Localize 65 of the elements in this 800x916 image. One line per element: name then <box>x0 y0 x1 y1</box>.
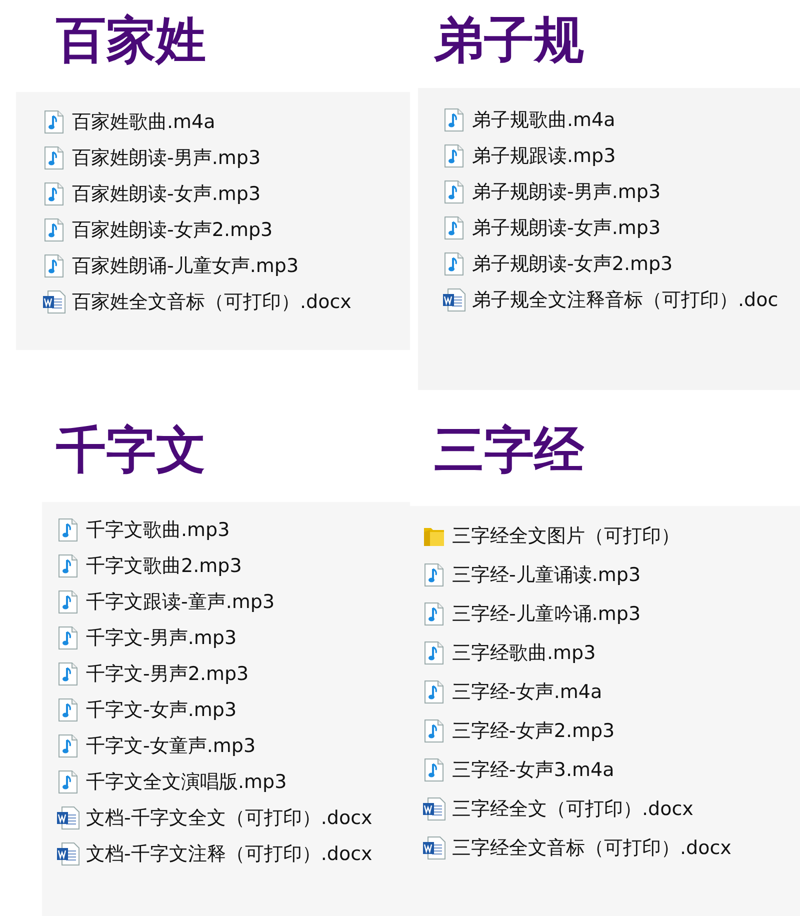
file-name[interactable]: 三字经-儿童诵读.mp3 <box>452 562 641 588</box>
file-name[interactable]: 千字文-男声2.mp3 <box>86 661 249 687</box>
file-name[interactable]: 千字文跟读-童声.mp3 <box>86 589 275 615</box>
music-file-icon <box>424 562 444 586</box>
music-file-icon <box>444 216 464 240</box>
music-file-icon <box>58 734 78 758</box>
file-name[interactable]: 三字经-女声.m4a <box>452 678 602 704</box>
word-document-icon <box>56 842 80 866</box>
music-file-icon <box>444 180 464 204</box>
music-file-icon <box>424 758 444 782</box>
music-file-icon <box>44 182 64 206</box>
file-name[interactable]: 弟子规跟读.mp3 <box>472 143 616 169</box>
word-document-icon <box>422 836 446 860</box>
file-name[interactable]: 百家姓全文音标（可打印）.docx <box>72 289 352 315</box>
file-name[interactable]: 三字经-女声2.mp3 <box>452 718 615 744</box>
file-name[interactable]: 百家姓朗读-男声.mp3 <box>72 145 261 171</box>
file-name[interactable]: 文档-千字文注释（可打印）.docx <box>86 841 372 867</box>
music-file-icon <box>44 146 64 170</box>
music-file-icon <box>58 662 78 686</box>
section-title: 弟子规 <box>432 10 585 70</box>
music-file-icon <box>58 770 78 794</box>
file-name[interactable]: 千字文-女童声.mp3 <box>86 733 256 759</box>
file-name[interactable]: 千字文歌曲2.mp3 <box>86 553 242 579</box>
word-document-icon <box>422 796 446 820</box>
file-name[interactable]: 三字经歌曲.mp3 <box>452 640 596 666</box>
file-name[interactable]: 百家姓歌曲.m4a <box>72 109 216 135</box>
section-title: 三字经 <box>433 420 586 480</box>
file-name[interactable]: 百家姓朗读-女声2.mp3 <box>72 217 273 243</box>
music-file-icon <box>58 518 78 542</box>
file-name[interactable]: 千字文-男声.mp3 <box>86 625 237 651</box>
file-name[interactable]: 三字经全文图片（可打印） <box>452 522 680 548</box>
music-file-icon <box>44 218 64 242</box>
file-name[interactable]: 弟子规朗读-女声.mp3 <box>472 215 661 241</box>
music-file-icon <box>58 626 78 650</box>
word-document-icon <box>442 288 466 312</box>
music-file-icon <box>424 602 444 626</box>
file-name[interactable]: 三字经全文（可打印）.docx <box>452 796 694 822</box>
file-name[interactable]: 千字文歌曲.mp3 <box>86 517 230 543</box>
music-file-icon <box>444 144 464 168</box>
music-file-icon <box>58 590 78 614</box>
file-name[interactable]: 百家姓朗读-女声.mp3 <box>72 181 261 207</box>
file-name[interactable]: 三字经-儿童吟诵.mp3 <box>452 600 641 626</box>
file-name[interactable]: 三字经全文音标（可打印）.docx <box>452 834 732 860</box>
file-name[interactable]: 百家姓朗诵-儿童女声.mp3 <box>72 253 299 279</box>
file-name[interactable]: 文档-千字文全文（可打印）.docx <box>86 805 372 831</box>
file-name[interactable]: 弟子规朗读-女声2.mp3 <box>472 251 673 277</box>
file-name[interactable]: 弟子规朗读-男声.mp3 <box>472 179 661 205</box>
section-title: 百家姓 <box>55 10 207 70</box>
section-title: 千字文 <box>55 420 207 480</box>
word-document-icon <box>56 806 80 830</box>
music-file-icon <box>58 554 78 578</box>
music-file-icon <box>44 110 64 134</box>
file-name[interactable]: 千字文全文演唱版.mp3 <box>86 769 287 795</box>
music-file-icon <box>444 108 464 132</box>
music-file-icon <box>58 698 78 722</box>
music-file-icon <box>444 252 464 276</box>
file-name[interactable]: 弟子规歌曲.m4a <box>472 107 616 133</box>
word-document-icon <box>42 290 66 314</box>
music-file-icon <box>424 718 444 742</box>
file-name[interactable]: 弟子规全文注释音标（可打印）.doc <box>472 287 778 313</box>
music-file-icon <box>44 254 64 278</box>
file-name[interactable]: 三字经-女声3.m4a <box>452 756 614 782</box>
music-file-icon <box>424 640 444 664</box>
file-name[interactable]: 千字文-女声.mp3 <box>86 697 237 723</box>
music-file-icon <box>424 680 444 704</box>
